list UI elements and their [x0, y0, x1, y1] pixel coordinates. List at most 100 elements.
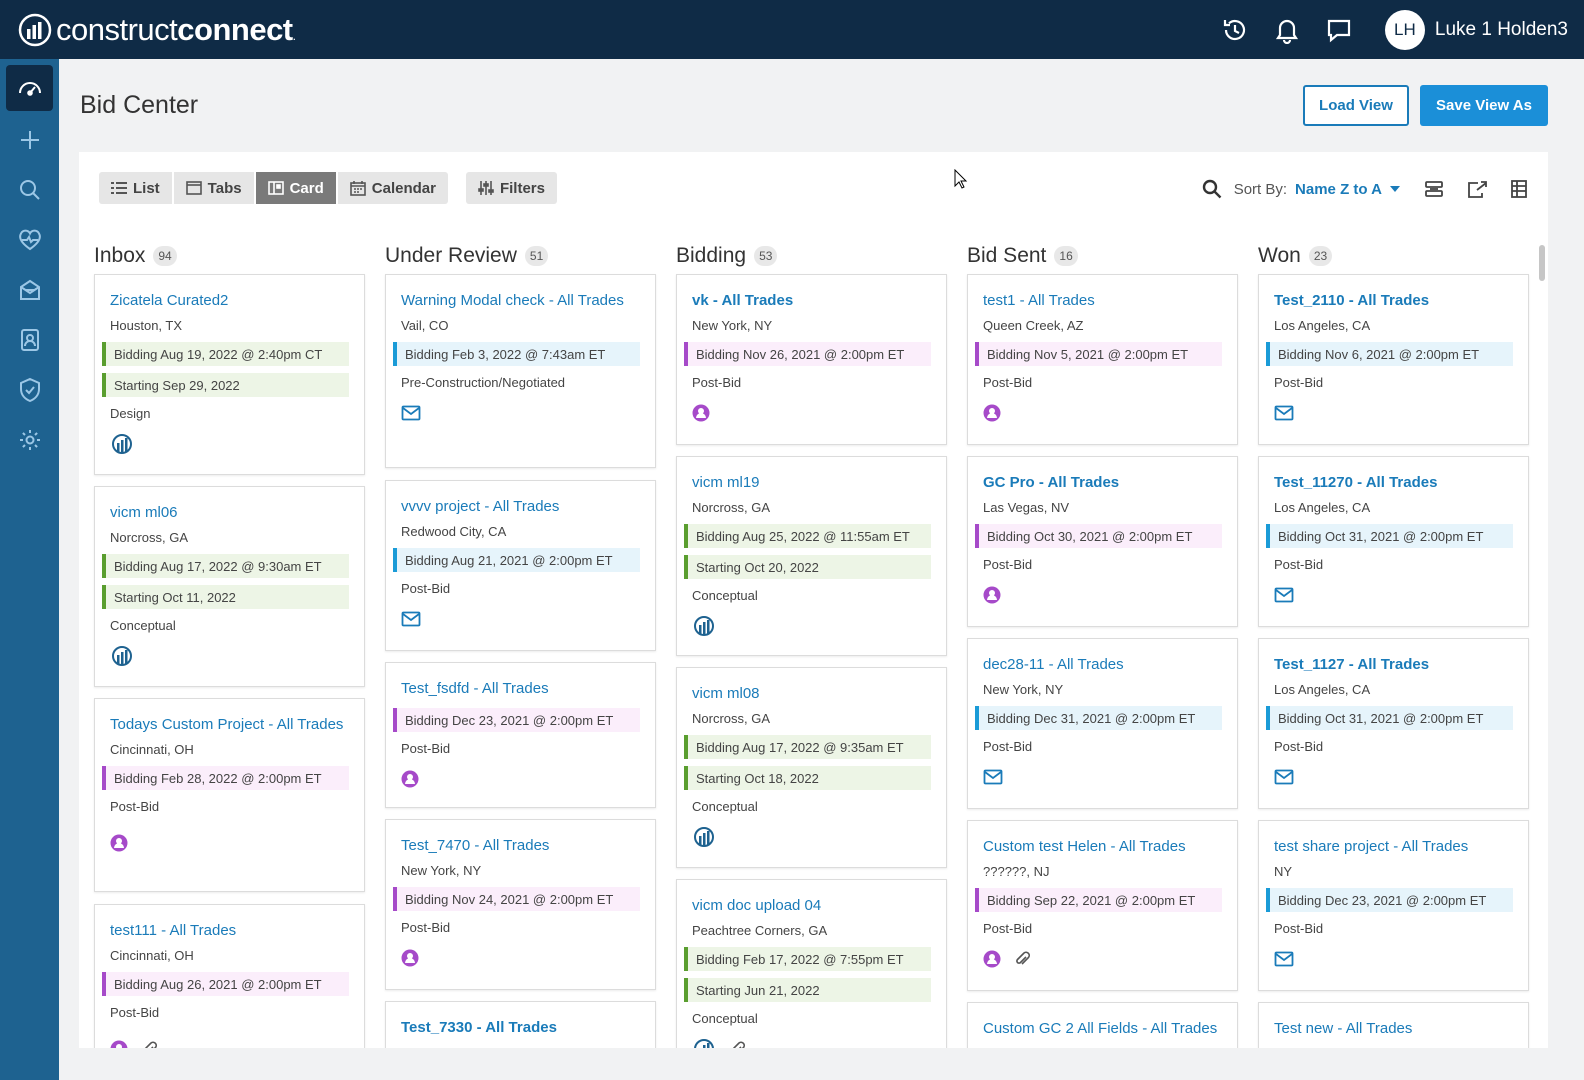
export-icon[interactable]	[1466, 179, 1488, 199]
project-card[interactable]: vicm ml08 Norcross, GA Bidding Aug 17, 2…	[676, 667, 947, 868]
project-card[interactable]: vicm doc upload 04 Peachtree Corners, GA…	[676, 879, 947, 1048]
card-title[interactable]: GC Pro - All Trades	[983, 471, 1222, 495]
load-view-button[interactable]: Load View	[1303, 85, 1409, 126]
card-title[interactable]: vk - All Trades	[692, 289, 931, 313]
user-name[interactable]: Luke 1 Holden3	[1435, 19, 1568, 41]
bid-date-bar: Bidding Nov 6, 2021 @ 2:00pm ET	[1266, 342, 1513, 366]
card-title[interactable]: Custom test Helen - All Trades	[983, 835, 1222, 859]
shield-icon[interactable]	[0, 365, 59, 415]
card-title[interactable]: test1 - All Trades	[983, 289, 1222, 313]
project-card[interactable]: Zicatela Curated2 Houston, TX Bidding Au…	[94, 274, 365, 475]
project-card[interactable]: vicm ml06 Norcross, GA Bidding Aug 17, 2…	[94, 486, 365, 687]
card-location: NY	[1274, 864, 1293, 879]
card-stage: Design	[110, 406, 151, 421]
project-card[interactable]: Test_fsdfd - All Trades Bidding Dec 23, …	[385, 662, 656, 808]
card-title[interactable]: Test_fsdfd - All Trades	[401, 677, 640, 701]
card-title[interactable]: vicm ml06	[110, 501, 349, 525]
avatar[interactable]: LH	[1384, 9, 1425, 50]
stack-view-icon[interactable]	[1424, 179, 1444, 199]
project-card[interactable]: Custom test Helen - All Trades ??????, N…	[967, 820, 1238, 991]
card-title[interactable]: Custom GC 2 All Fields - All Trades	[983, 1017, 1222, 1041]
card-title[interactable]: Test new - All Trades	[1274, 1017, 1513, 1041]
search-icon[interactable]	[0, 165, 59, 215]
project-card[interactable]: Todays Custom Project - All Trades Cinci…	[94, 698, 365, 892]
card-title[interactable]: vicm doc upload 04	[692, 894, 931, 918]
user-icon	[110, 834, 128, 852]
card-location: Houston, TX	[110, 318, 183, 333]
card-title[interactable]: dec28-11 - All Trades	[983, 653, 1222, 677]
card-stage: Post-Bid	[110, 799, 160, 814]
project-card[interactable]: Test_7330 - All Trades	[385, 1001, 656, 1048]
project-card[interactable]: Test_1127 - All Trades Los Angeles, CA B…	[1258, 638, 1529, 809]
save-view-as-button[interactable]: Save View As	[1420, 85, 1548, 126]
project-card[interactable]: test1 - All Trades Queen Creek, AZ Biddi…	[967, 274, 1238, 445]
project-card[interactable]: test share project - All Trades NY Biddi…	[1258, 820, 1529, 991]
card-title[interactable]: test share project - All Trades	[1274, 835, 1513, 859]
card-title[interactable]: Test_11270 - All Trades	[1274, 471, 1513, 495]
project-card[interactable]: Warning Modal check - All Trades Vail, C…	[385, 274, 656, 468]
project-card[interactable]: vvvv project - All Trades Redwood City, …	[385, 480, 656, 651]
history-icon[interactable]	[1209, 0, 1261, 59]
card-stage: Conceptual	[110, 618, 176, 633]
project-card[interactable]: GC Pro - All Trades Las Vegas, NV Biddin…	[967, 456, 1238, 627]
card-stage: Post-Bid	[1274, 921, 1324, 936]
column-title: Under Review	[385, 244, 517, 267]
dashboard-icon[interactable]	[6, 65, 53, 111]
bell-icon[interactable]	[1261, 0, 1313, 59]
filters-button[interactable]: Filters	[465, 172, 557, 204]
gear-icon[interactable]	[0, 415, 59, 465]
card-location: Cincinnati, OH	[110, 948, 194, 963]
card-title[interactable]: Test_1127 - All Trades	[1274, 653, 1513, 677]
card-title[interactable]: Test_7330 - All Trades	[401, 1016, 640, 1040]
view-card-button[interactable]: Card	[255, 172, 336, 204]
bid-date-bar: Bidding Nov 24, 2021 @ 2:00pm ET	[393, 887, 640, 911]
bid-date-bar: Bidding Aug 25, 2022 @ 11:55am ET	[684, 524, 931, 548]
view-calendar-button[interactable]: Calendar	[337, 172, 448, 204]
card-title[interactable]: vvvv project - All Trades	[401, 495, 640, 519]
project-card[interactable]: Test_11270 - All Trades Los Angeles, CA …	[1258, 456, 1529, 627]
card-title[interactable]: test111 - All Trades	[110, 919, 349, 943]
vertical-scrollbar[interactable]	[1539, 245, 1545, 281]
paperclip-icon	[140, 1040, 158, 1048]
mail-icon	[401, 405, 421, 421]
columns-settings-icon[interactable]	[1510, 179, 1528, 199]
project-card[interactable]: dec28-11 - All Trades New York, NY Biddi…	[967, 638, 1238, 809]
card-title[interactable]: Zicatela Curated2	[110, 289, 349, 313]
bid-date-bar: Bidding Aug 17, 2022 @ 9:30am ET	[102, 554, 349, 578]
sidebar	[0, 59, 59, 1080]
inbox-icon[interactable]	[0, 265, 59, 315]
user-icon	[401, 770, 419, 788]
project-card[interactable]: vk - All Trades New York, NY Bidding Nov…	[676, 274, 947, 445]
contacts-icon[interactable]	[0, 315, 59, 365]
project-card[interactable]: test111 - All Trades Cincinnati, OH Bidd…	[94, 904, 365, 1048]
view-tabs-button[interactable]: Tabs	[173, 172, 254, 204]
chat-icon[interactable]	[1313, 0, 1365, 59]
project-card[interactable]: Test new - All Trades	[1258, 1002, 1529, 1048]
project-card[interactable]: vicm ml19 Norcross, GA Bidding Aug 25, 2…	[676, 456, 947, 656]
card-title[interactable]: Test_7470 - All Trades	[401, 834, 640, 858]
plus-icon[interactable]	[0, 115, 59, 165]
search-icon[interactable]	[1202, 179, 1222, 199]
card-title[interactable]: vicm ml19	[692, 471, 931, 495]
sort-dropdown[interactable]: Name Z to A	[1295, 181, 1402, 198]
mail-icon	[1274, 587, 1294, 603]
project-card[interactable]: Test_2110 - All Trades Los Angeles, CA B…	[1258, 274, 1529, 445]
card-title[interactable]: Warning Modal check - All Trades	[401, 289, 640, 313]
construct-connect-icon	[692, 826, 716, 848]
card-title[interactable]: vicm ml08	[692, 682, 931, 706]
top-bar: constructconnect. LH Luke 1 Holden3	[0, 0, 1584, 59]
project-card[interactable]: Test_7470 - All Trades New York, NY Bidd…	[385, 819, 656, 990]
bid-date-bar: Bidding Dec 31, 2021 @ 2:00pm ET	[975, 706, 1222, 730]
card-title[interactable]: Todays Custom Project - All Trades	[110, 713, 349, 737]
view-list-button[interactable]: List	[99, 172, 172, 204]
card-location: Norcross, GA	[692, 711, 771, 726]
card-stage: Post-Bid	[983, 375, 1033, 390]
start-date-bar: Starting Sep 29, 2022	[102, 373, 349, 397]
project-card[interactable]: Custom GC 2 All Fields - All Trades	[967, 1002, 1238, 1048]
app-logo[interactable]: constructconnect.	[18, 12, 296, 48]
mail-icon	[1274, 951, 1294, 967]
card-title[interactable]: Test_2110 - All Trades	[1274, 289, 1513, 313]
mail-icon	[1274, 405, 1294, 421]
heart-pulse-icon[interactable]	[0, 215, 59, 265]
card-stage: Post-Bid	[401, 581, 451, 596]
